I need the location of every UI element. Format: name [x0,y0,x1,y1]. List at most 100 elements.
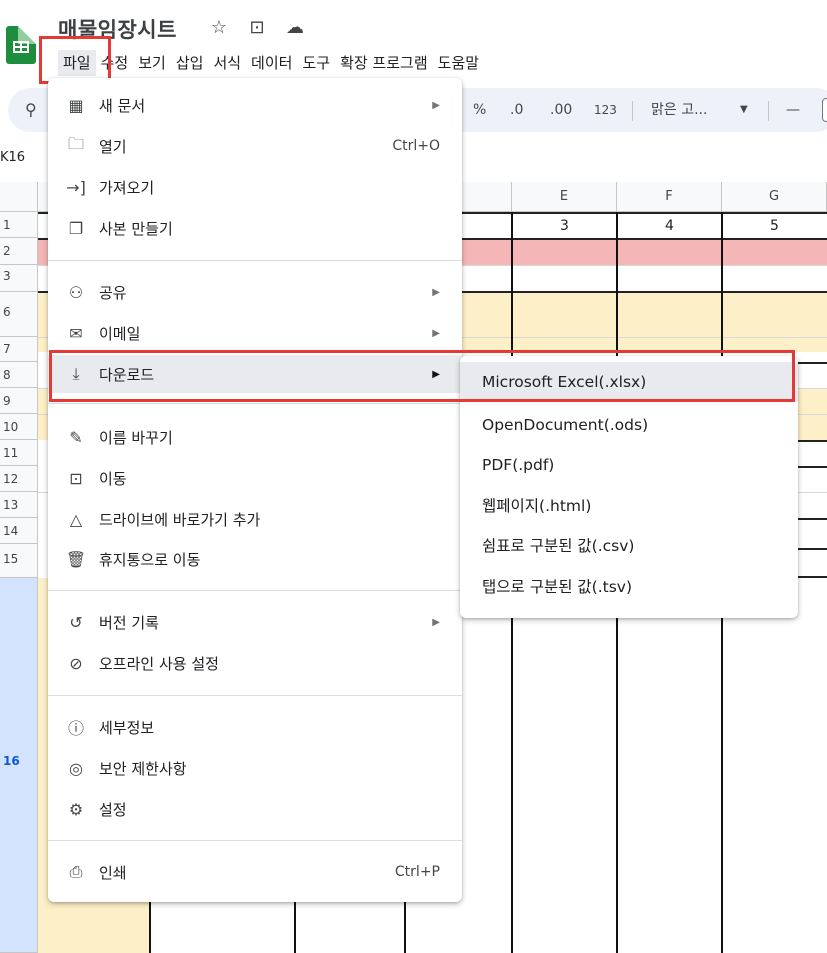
email-icon: ✉ [69,323,83,343]
file-menu-move[interactable]: ⊡ 이동 [48,459,462,497]
percent-format-button[interactable]: % [473,88,486,132]
drive-shortcut-icon: △ [69,509,83,529]
font-size-decrease-button[interactable]: — [786,88,800,132]
row-header-7[interactable]: 7 [0,337,38,362]
menu-view[interactable]: 보기 [133,50,171,76]
menubar: 파일 수정 보기 삽입 서식 데이터 도구 확장 프로그램 도움말 [58,50,484,76]
trash-icon: 🗑 [65,549,87,569]
file-menu-email[interactable]: ✉ 이메일 ▶ [48,314,462,352]
download-html[interactable]: 웹페이지(.html) [460,486,798,526]
row-header-1[interactable]: 1 [0,212,38,238]
file-menu-import[interactable]: →] 가져오기 [48,168,462,206]
download-tsv[interactable]: 탭으로 구분된 값(.tsv) [460,567,798,607]
menu-item-label: 드라이브에 바로가기 추가 [99,510,261,529]
file-menu-rename[interactable]: ✎ 이름 바꾸기 [48,418,462,456]
move-folder-icon: ⊡ [69,468,83,488]
menu-divider [48,695,462,696]
menu-data[interactable]: 데이터 [246,50,297,76]
submenu-arrow-icon: ▶ [432,327,440,339]
new-document-icon: ▦ [68,95,84,115]
menu-tools[interactable]: 도구 [297,50,335,76]
cell-f1[interactable]: 4 [617,213,722,239]
security-icon: ◎ [69,758,83,778]
folder-open-icon: 🗀 [67,133,84,153]
settings-gear-icon: ⚙ [68,799,84,819]
move-to-folder-icon[interactable]: ⊡ [246,17,268,38]
download-ods[interactable]: OpenDocument(.ods) [460,405,798,445]
shortcut-label: Ctrl+P [394,864,440,880]
file-menu-open[interactable]: 🗀 열기 Ctrl+O [48,127,462,165]
file-menu-make-copy[interactable]: ❐ 사본 만들기 [48,209,462,247]
file-menu-print[interactable]: ⎙ 인쇄 Ctrl+P [48,853,462,891]
file-menu-share[interactable]: ⚇ 공유 ▶ [48,273,462,311]
column-header-g[interactable]: G [722,182,827,212]
sheets-logo-icon[interactable] [6,26,36,64]
row-header-2[interactable]: 2 [0,238,38,265]
cell-e1[interactable]: 3 [512,213,617,239]
menu-item-label: 휴지통으로 이동 [99,550,201,569]
menu-item-label: 세부정보 [99,718,155,737]
search-menus-icon[interactable]: ⚲ [25,88,37,132]
row-header-12[interactable]: 12 [0,466,38,492]
menu-item-label: 버전 기록 [99,613,159,632]
decrease-decimal-button[interactable]: .0 [510,88,523,132]
cloud-saved-icon[interactable]: ☁ [284,17,306,38]
row-header-6[interactable]: 6 [0,292,38,337]
file-menu-version-history[interactable]: ↺ 버전 기록 ▶ [48,603,462,641]
download-pdf[interactable]: PDF(.pdf) [460,445,798,485]
menu-item-label: 가져오기 [99,178,155,197]
row-header-13[interactable]: 13 [0,492,38,518]
print-icon: ⎙ [69,862,83,881]
name-box[interactable]: K16 [0,150,25,165]
download-csv[interactable]: 쉼표로 구분된 값(.csv) [460,526,798,566]
row-header-8[interactable]: 8 [0,362,38,388]
menu-item-label: 보안 제한사항 [99,759,187,778]
file-menu-offline[interactable]: ⊘ 오프라인 사용 설정 [48,644,462,682]
row-header-16[interactable]: 16 [0,578,38,953]
row-header-9[interactable]: 9 [0,388,38,414]
file-menu: ▦ 새 문서 ▶ 🗀 열기 Ctrl+O →] 가져오기 ❐ 사본 만들기 ⚇ … [48,78,462,902]
row-header-14[interactable]: 14 [0,518,38,544]
row-header-3[interactable]: 3 [0,265,38,292]
file-menu-add-shortcut[interactable]: △ 드라이브에 바로가기 추가 [48,500,462,538]
menu-format[interactable]: 서식 [208,50,246,76]
offline-icon: ⊘ [69,653,83,673]
increase-decimal-button[interactable]: .00 [550,88,572,132]
row-header-11[interactable]: 11 [0,440,38,466]
menu-divider [48,260,462,261]
menu-insert[interactable]: 삽입 [171,50,209,76]
menu-item-label: 오프라인 사용 설정 [99,654,219,673]
submenu-arrow-icon: ▶ [432,286,440,298]
file-menu-settings[interactable]: ⚙ 설정 [48,790,462,828]
menu-divider [48,590,462,591]
row-header-10[interactable]: 10 [0,414,38,440]
menu-item-label: 이름 바꾸기 [99,428,173,447]
menu-extensions[interactable]: 확장 프로그램 [335,50,433,76]
history-icon: ↺ [69,612,83,632]
download-highlight-box [49,350,795,402]
file-menu-highlight-box [39,36,111,84]
column-header-e[interactable]: E [512,182,617,212]
font-dropdown-arrow-icon[interactable]: ▼ [740,88,748,132]
menu-item-label: 인쇄 [99,863,127,882]
submenu-arrow-icon: ▶ [432,616,440,628]
select-all-corner[interactable] [0,182,38,212]
font-size-input[interactable] [822,98,827,122]
number-format-button[interactable]: 123 [594,88,617,132]
info-icon: ⓘ [67,719,84,738]
file-menu-new[interactable]: ▦ 새 문서 ▶ [48,86,462,124]
file-menu-details[interactable]: ⓘ 세부정보 [48,708,462,746]
submenu-arrow-icon: ▶ [432,99,440,111]
cell-g1[interactable]: 5 [722,213,827,239]
file-menu-trash[interactable]: 🗑 휴지통으로 이동 [48,540,462,578]
star-icon[interactable]: ☆ [208,17,230,38]
import-icon: →] [66,177,86,197]
file-menu-security[interactable]: ◎ 보안 제한사항 [48,749,462,787]
menu-item-label: 사본 만들기 [99,219,173,238]
menu-help[interactable]: 도움말 [433,50,484,76]
menu-item-label: 이메일 [99,324,141,343]
font-family-select[interactable]: 맑은 고... [651,88,707,132]
menu-divider [48,403,462,404]
column-header-f[interactable]: F [617,182,722,212]
row-header-15[interactable]: 15 [0,544,38,578]
